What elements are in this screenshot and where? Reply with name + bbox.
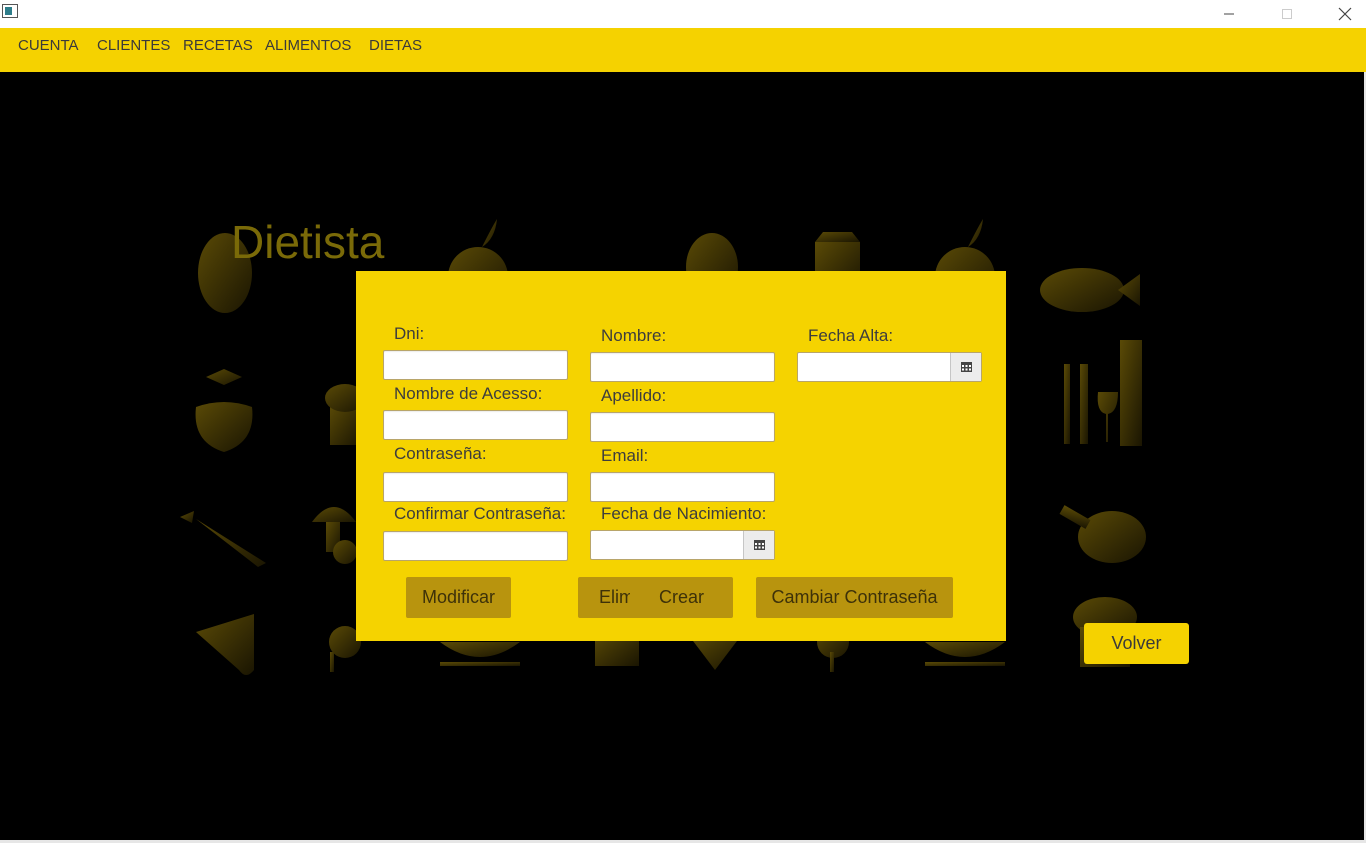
pizza-slice-icon	[690, 637, 740, 670]
minimize-button[interactable]	[1206, 0, 1252, 28]
menu-clientes[interactable]: CLIENTES	[97, 37, 170, 54]
contrasena-label: Contraseña:	[394, 444, 487, 463]
menu-recetas[interactable]: RECETAS	[183, 37, 253, 54]
cambiar-contrasena-button[interactable]: Cambiar Contraseña	[756, 577, 953, 618]
mushroom-icon	[312, 507, 357, 564]
user-form-panel: Dni: Nombre de Acesso: Contraseña: Confi…	[356, 271, 1006, 641]
confirmar-contrasena-field[interactable]	[383, 531, 568, 561]
menu-dietas[interactable]: DIETAS	[369, 37, 422, 54]
menu-cuenta[interactable]: CUENTA	[18, 37, 79, 54]
fish-icon	[1040, 268, 1140, 312]
close-icon	[1338, 7, 1352, 21]
title-bar	[0, 0, 1366, 28]
nombre-label: Nombre:	[601, 326, 667, 345]
maximize-icon	[1282, 9, 1292, 19]
menu-bar: CUENTA CLIENTES RECETAS ALIMENTOS DIETAS	[0, 28, 1366, 72]
eliminar-button[interactable]: Elim	[599, 587, 630, 608]
dni-field[interactable]	[383, 350, 568, 380]
close-button[interactable]	[1322, 0, 1366, 28]
contrasena-field[interactable]	[383, 472, 568, 502]
modificar-button[interactable]: Modificar	[406, 577, 511, 618]
menu-alimentos[interactable]: ALIMENTOS	[265, 37, 351, 54]
soup-bowl-icon	[925, 642, 1005, 666]
email-field[interactable]	[590, 472, 775, 502]
minimize-icon	[1224, 13, 1234, 15]
dni-label: Dni:	[394, 324, 425, 343]
crear-button[interactable]: Crear	[659, 587, 704, 608]
apellido-label: Apellido:	[601, 386, 667, 405]
soup-bowl-icon	[440, 642, 520, 666]
strawberry-icon	[195, 369, 253, 452]
eliminar-crear-buttons: Elim Crear	[578, 577, 733, 618]
maximize-button[interactable]	[1264, 0, 1310, 28]
fecha-nacimiento-picker[interactable]	[590, 530, 775, 560]
calendar-icon	[960, 362, 972, 372]
fecha-alta-calendar-button[interactable]	[950, 353, 981, 381]
app-icon	[2, 4, 18, 18]
cutlery-wine-icon	[1064, 340, 1142, 446]
cheese-icon	[196, 614, 254, 675]
apellido-field[interactable]	[590, 412, 775, 442]
calendar-icon	[753, 540, 765, 550]
fecha-nacimiento-calendar-button[interactable]	[743, 531, 774, 559]
nombre-acceso-field[interactable]	[383, 410, 568, 440]
carrot-icon	[180, 511, 266, 567]
nombre-field[interactable]	[590, 352, 775, 382]
fecha-nacimiento-label: Fecha de Nacimiento:	[601, 504, 767, 523]
fecha-alta-picker[interactable]	[797, 352, 982, 382]
app-title: Dietista	[231, 216, 385, 268]
email-label: Email:	[601, 446, 649, 465]
nombre-acceso-label: Nombre de Acesso:	[394, 384, 543, 403]
main-stage: Dietista Dni: Nombre de Acesso: Contrase…	[0, 72, 1366, 840]
fecha-alta-label: Fecha Alta:	[808, 326, 894, 345]
chicken-leg-icon	[1059, 505, 1146, 563]
volver-button[interactable]: Volver	[1084, 623, 1189, 664]
confirmar-contrasena-label: Confirmar Contraseña:	[394, 504, 566, 523]
